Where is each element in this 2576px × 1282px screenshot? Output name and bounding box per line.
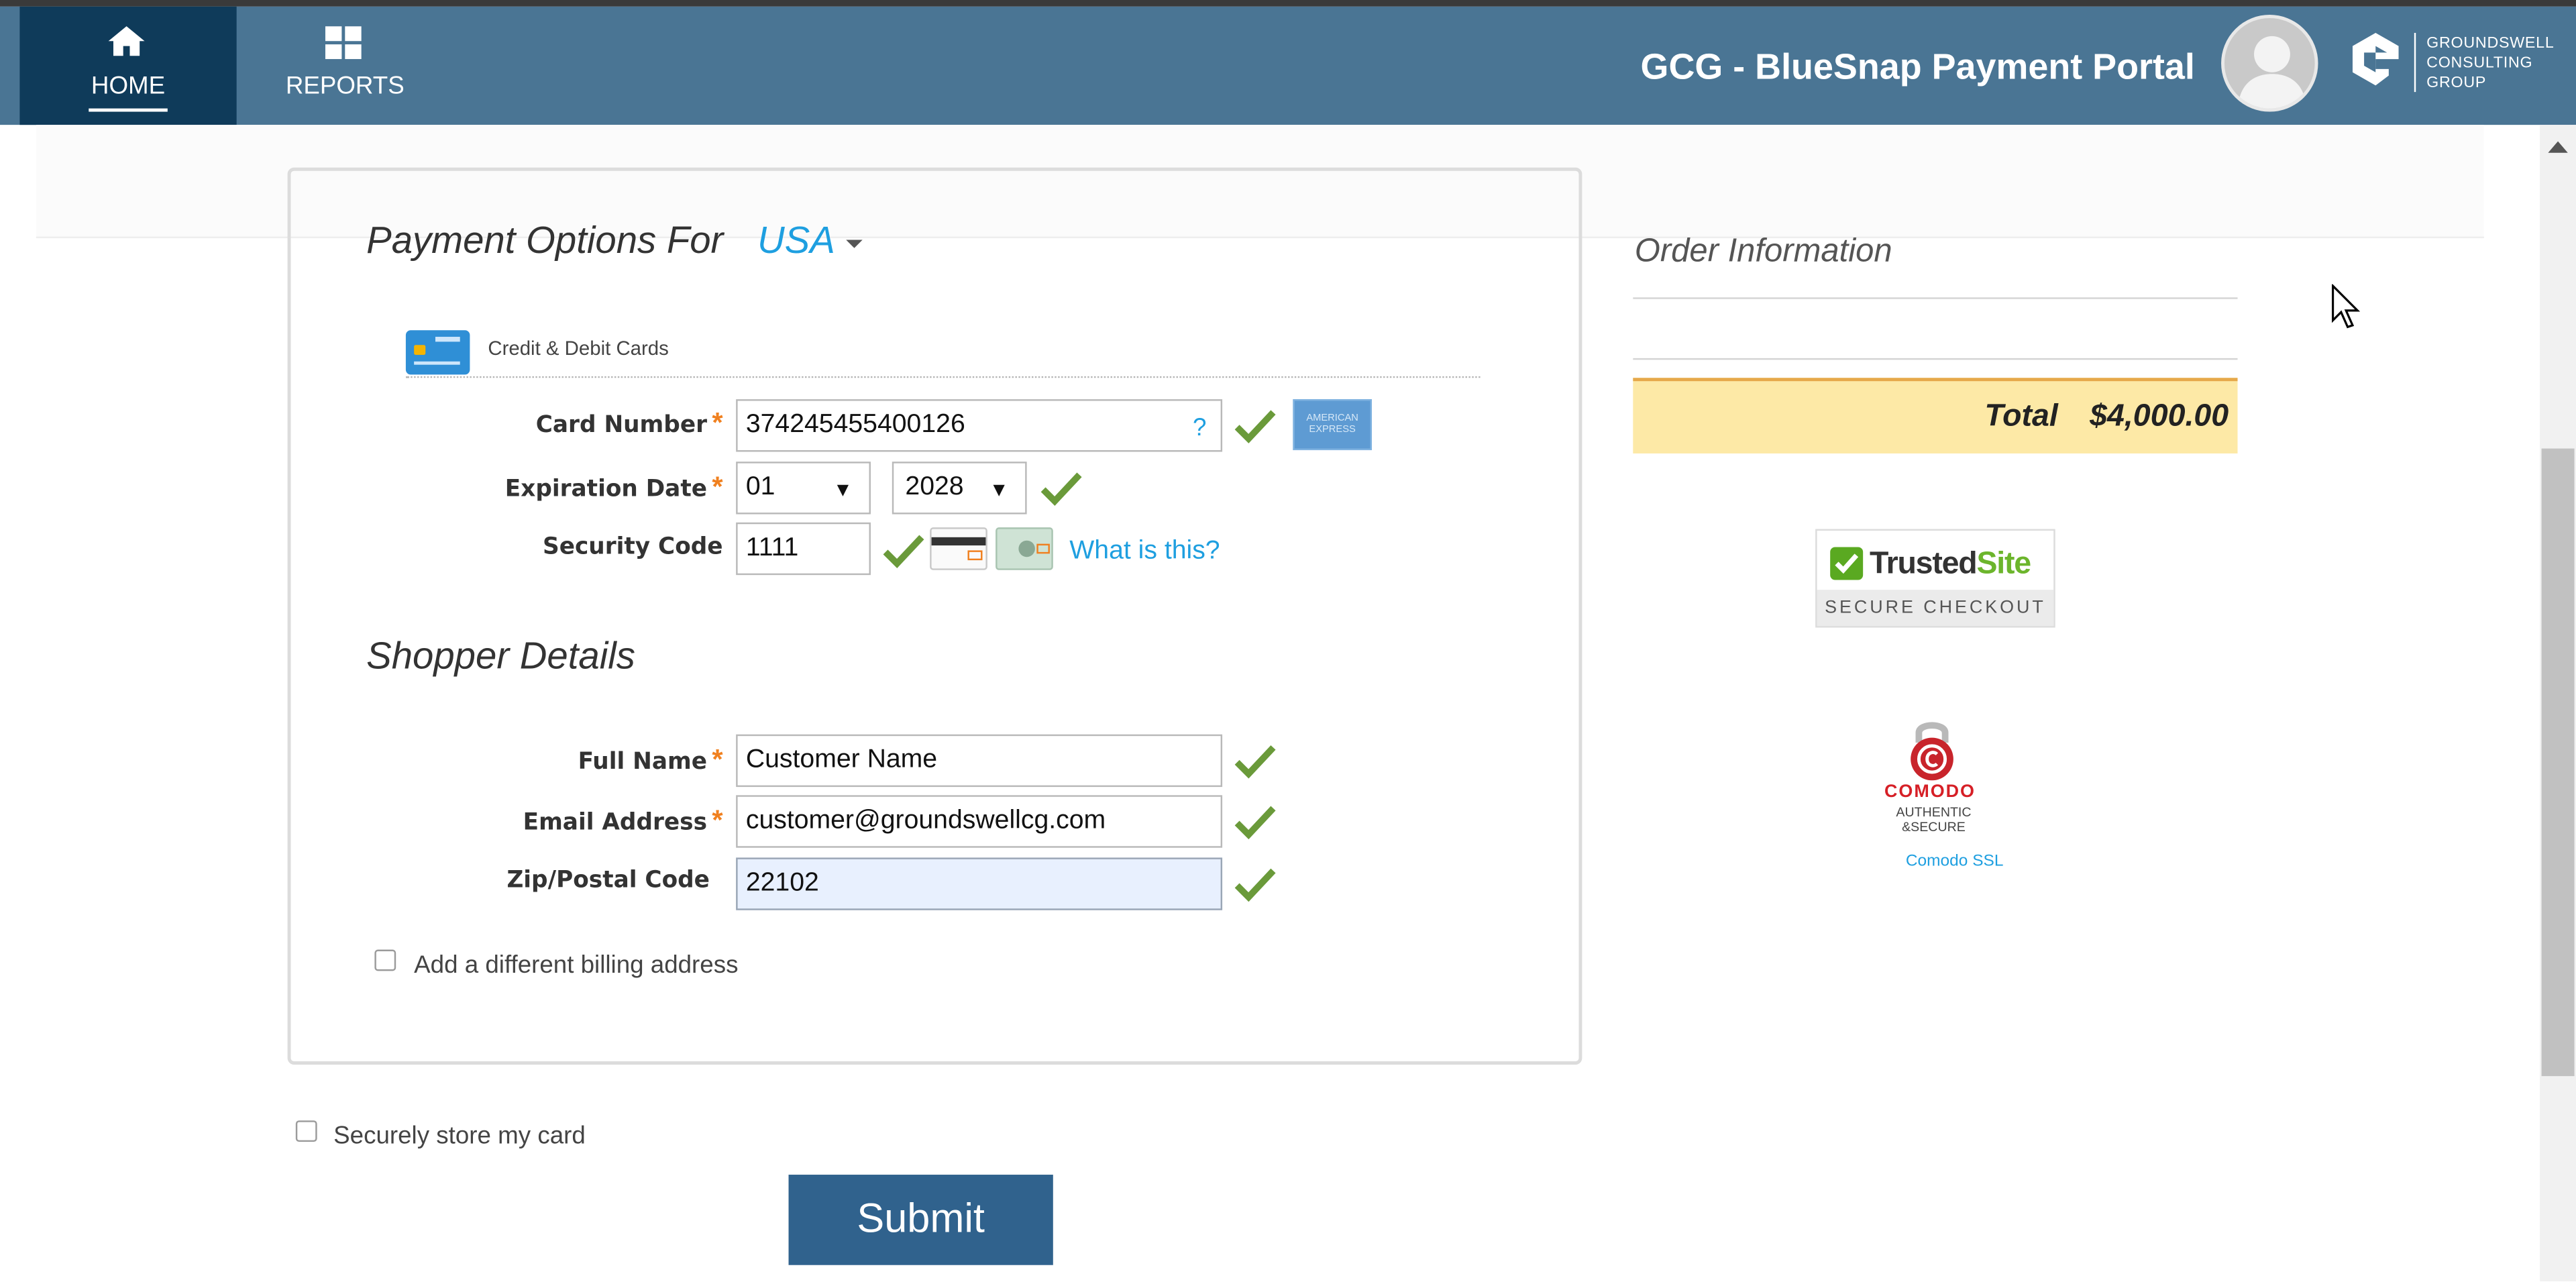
expiration-month-value: 01	[745, 473, 775, 501]
comodo-ssl-link[interactable]: Comodo SSL	[1906, 853, 2004, 871]
payment-method-tab[interactable]: Credit & Debit Cards	[488, 337, 669, 360]
order-divider-bottom	[1633, 358, 2238, 360]
valid-check-icon	[1234, 410, 1276, 443]
gcg-logo-text: GROUNDSWELL CONSULTING GROUP	[2426, 34, 2554, 93]
cvv-help-link[interactable]: What is this?	[1069, 537, 1220, 567]
chevron-down-icon[interactable]	[846, 239, 863, 248]
portal-title: GCG - BlueSnap Payment Portal	[1640, 46, 2195, 87]
payment-panel	[287, 167, 1582, 1065]
card-back-cvv-icon	[930, 527, 987, 570]
email-label-text: Email Address	[523, 810, 707, 837]
security-label-wrap: Security Code	[329, 534, 723, 567]
valid-check-icon	[1234, 868, 1276, 902]
security-code-input[interactable]: 1111	[736, 522, 871, 576]
shopper-details-title: Shopper Details	[366, 634, 635, 677]
scrollbar-thumb[interactable]	[2541, 448, 2575, 1077]
card-front-cvv-icon	[996, 527, 1053, 570]
amex-logo-icon: AMERICAN EXPRESS	[1293, 399, 1372, 451]
window-top-edge	[0, 0, 2576, 7]
store-card-checkbox[interactable]	[295, 1120, 317, 1142]
card-number-label-text: Card Number	[535, 412, 707, 439]
trusted-word: Trusted	[1869, 547, 1978, 582]
security-code-label: Security Code	[543, 533, 723, 561]
trusted-site-badge[interactable]: TrustedSite SECURE CHECKOUT	[1815, 529, 2055, 628]
mouse-cursor-icon	[2331, 284, 2361, 329]
full-name-label: Full Name *	[578, 744, 723, 777]
payment-portal-page: HOME REPORTS GCG - BlueSnap Payment Port…	[0, 0, 2576, 1282]
site-word: Site	[1976, 547, 2031, 582]
order-information-title: Order Information	[1634, 233, 1892, 270]
expiration-year-select[interactable]: 2028 ▼	[892, 462, 1027, 515]
email-input[interactable]: customer@groundswellcg.com	[736, 795, 1223, 848]
total-value: $4,000.00	[2090, 399, 2229, 434]
nav-home-tab[interactable]: HOME	[19, 6, 237, 125]
expiration-label-wrap: Expiration Date *	[329, 472, 723, 504]
dropdown-arrow-icon: ▼	[989, 478, 1009, 501]
billing-address-label[interactable]: Add a different billing address	[414, 951, 738, 979]
zip-label: Zip/Postal Code	[506, 867, 710, 894]
order-divider-top	[1633, 297, 2238, 299]
nav-reports-label: REPORTS	[285, 72, 405, 101]
dropdown-arrow-icon: ▼	[833, 478, 853, 501]
card-number-label: Card Number *	[536, 407, 723, 440]
home-icon	[108, 26, 145, 56]
logo-line-3: GROUP	[2426, 74, 2487, 93]
expiration-month-select[interactable]: 01 ▼	[736, 462, 871, 515]
valid-check-icon	[1040, 472, 1082, 506]
card-number-help[interactable]: ?	[1193, 414, 1206, 442]
full-name-input[interactable]: Customer Name	[736, 734, 1223, 788]
email-label-wrap: Email Address *	[329, 805, 723, 838]
required-asterisk: *	[712, 744, 723, 776]
country-selector[interactable]: USA	[757, 219, 835, 263]
method-divider	[405, 376, 1481, 378]
total-label: Total	[1984, 399, 2058, 434]
nav-reports-tab[interactable]: REPORTS	[263, 7, 427, 125]
valid-check-icon	[883, 535, 924, 569]
zip-input[interactable]: 22102	[736, 857, 1223, 910]
secure-checkout-text: SECURE CHECKOUT	[1817, 590, 2054, 627]
comodo-subtitle: AUTHENTIC &SECURE	[1896, 805, 1972, 835]
credit-card-icon[interactable]	[405, 330, 470, 375]
logo-line-2: CONSULTING	[2426, 54, 2533, 72]
required-asterisk: *	[712, 805, 723, 837]
valid-check-icon	[1234, 806, 1276, 840]
grid-icon	[325, 26, 362, 60]
zip-label-wrap: Zip/Postal Code	[329, 867, 710, 900]
trusted-site-wordmark: TrustedSite	[1870, 547, 2031, 584]
card-number-input[interactable]: 374245455400126	[736, 399, 1223, 452]
store-card-label[interactable]: Securely store my card	[333, 1122, 586, 1151]
trusted-check-icon	[1830, 547, 1864, 580]
full-name-label-text: Full Name	[578, 749, 707, 776]
comodo-wordmark: COMODO	[1884, 782, 1976, 802]
expiration-year-value: 2028	[905, 473, 964, 501]
nav-home-label: HOME	[91, 72, 166, 101]
expiration-label: Expiration Date *	[505, 472, 723, 504]
email-label: Email Address *	[523, 805, 723, 838]
submit-button[interactable]: Submit	[788, 1175, 1053, 1265]
comodo-lock-icon	[1911, 722, 1953, 781]
nav-home-underline	[89, 108, 168, 112]
scroll-up-arrow-icon[interactable]	[2548, 141, 2568, 153]
logo-line-1: GROUNDSWELL	[2426, 34, 2555, 53]
user-avatar[interactable]	[2221, 15, 2318, 112]
required-asterisk: *	[712, 471, 723, 503]
card-number-label-wrap: Card Number *	[329, 407, 723, 440]
payment-options-title: Payment Options For	[366, 218, 724, 262]
top-navbar: HOME REPORTS GCG - BlueSnap Payment Port…	[0, 6, 2576, 125]
required-asterisk: *	[712, 407, 723, 439]
card-brand-text: AMERICAN EXPRESS	[1306, 414, 1358, 435]
billing-address-checkbox[interactable]	[374, 949, 396, 971]
full-name-label-wrap: Full Name *	[329, 744, 723, 777]
valid-check-icon	[1234, 745, 1276, 779]
expiration-label-text: Expiration Date	[504, 476, 707, 503]
